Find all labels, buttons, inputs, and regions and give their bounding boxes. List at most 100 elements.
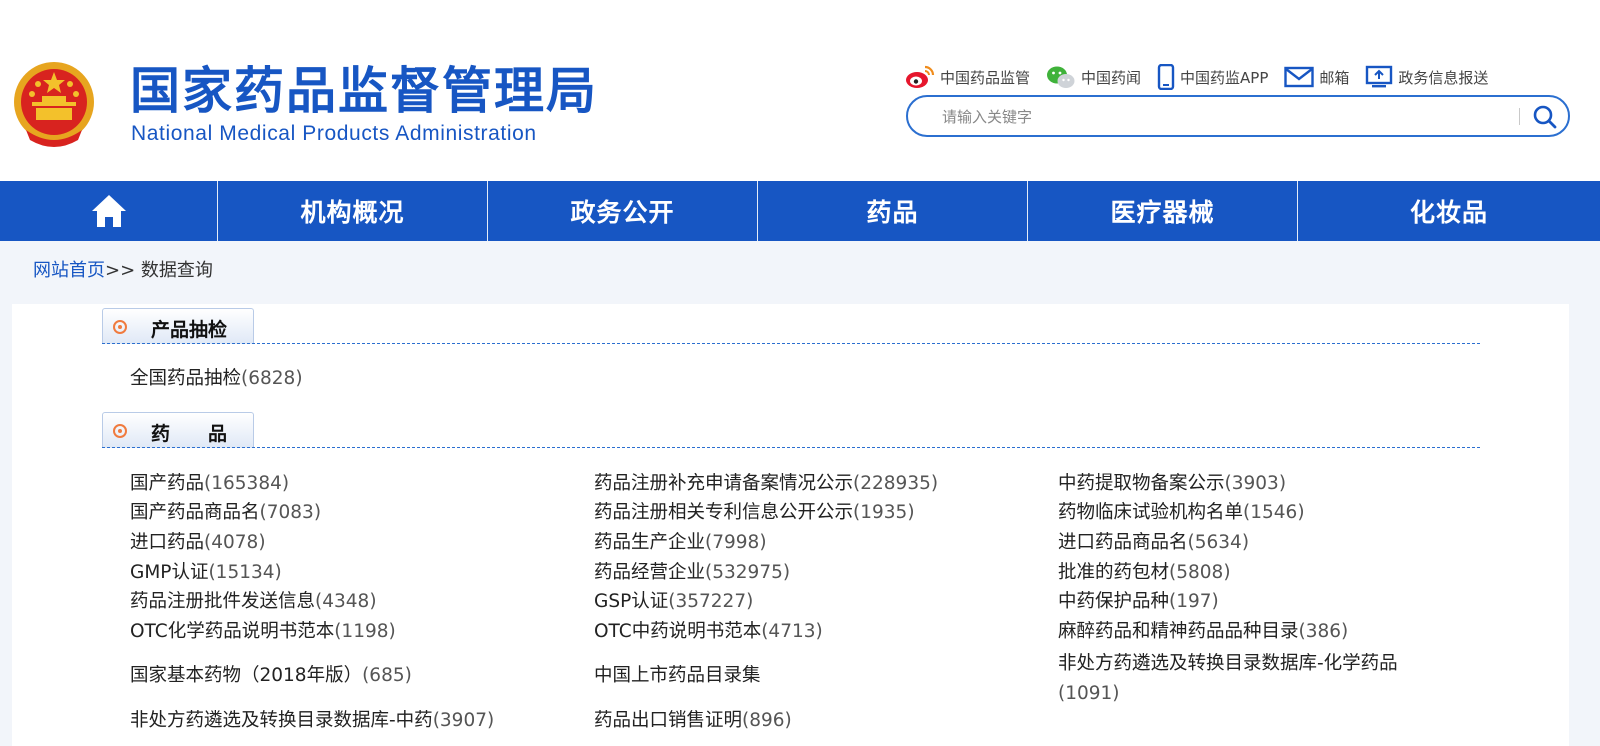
data-link[interactable]: 进口药品(4078) <box>130 531 266 555</box>
toplink-report[interactable]: 政务信息报送 <box>1365 65 1488 89</box>
main-nav: 机构概况 政务公开 药品 医疗器械 化妆品 <box>0 181 1600 241</box>
link-count: (4078) <box>204 532 266 553</box>
data-link[interactable]: 非处方药遴选及转换目录数据库-化学药品 (1091) <box>1058 649 1448 709</box>
top-links: 中国药品监管 中国药闻 中国药监APP 邮箱 政务信息报送 <box>905 64 1504 90</box>
search-input[interactable] <box>942 103 1502 130</box>
bullet-target-icon <box>113 424 127 438</box>
data-link[interactable]: OTC中药说明书范本(4713) <box>594 620 823 644</box>
link-name: 进口药品 <box>130 532 205 553</box>
data-link[interactable]: 批准的药包材(5808) <box>1058 561 1231 585</box>
link-count: (6828) <box>241 368 303 389</box>
data-link[interactable]: 中国上市药品目录集 <box>594 664 761 688</box>
data-link[interactable]: 药品注册相关专利信息公开公示(1935) <box>594 501 915 525</box>
data-link[interactable]: 麻醉药品和精神药品品种目录(386) <box>1058 620 1348 644</box>
link-name: OTC中药说明书范本 <box>594 621 762 642</box>
bullet-target-icon <box>113 320 127 334</box>
link-count: (4348) <box>315 591 377 612</box>
link-name: 药品注册批件发送信息 <box>130 591 316 612</box>
link-count: (165384) <box>204 473 290 494</box>
breadcrumb-separator: >> <box>105 260 136 281</box>
section-tab: 产品抽检 <box>102 308 254 344</box>
data-link[interactable]: GMP认证(15134) <box>130 561 282 585</box>
link-name: 中国上市药品目录集 <box>594 665 761 686</box>
data-link[interactable]: 药品注册补充申请备案情况公示(228935) <box>594 472 938 496</box>
national-emblem-icon <box>14 62 94 147</box>
link-name: 全国药品抽检 <box>130 368 242 389</box>
link-count: (386) <box>1298 621 1349 642</box>
link-count: (357227) <box>668 591 754 612</box>
link-count: (896) <box>742 710 792 731</box>
section-header-drugs: 药 品 <box>102 412 1480 448</box>
toplink-label: 中国药品监管 <box>940 68 1031 87</box>
mobile-phone-icon <box>1157 64 1175 90</box>
nav-item-government-affairs[interactable]: 政务公开 <box>488 181 758 241</box>
link-name: 药品注册相关专利信息公开公示 <box>594 502 854 523</box>
toplink-app[interactable]: 中国药监APP <box>1157 64 1268 90</box>
link-name: OTC化学药品说明书范本 <box>130 621 335 642</box>
link-count: (1546) <box>1243 502 1305 523</box>
section-divider <box>102 447 1480 448</box>
breadcrumb-current: 数据查询 <box>140 260 213 281</box>
nav-item-organization[interactable]: 机构概况 <box>218 181 488 241</box>
data-link[interactable]: 药物临床试验机构名单(1546) <box>1058 501 1305 525</box>
link-count: (3903) <box>1224 473 1287 494</box>
monitor-upload-icon <box>1366 65 1393 88</box>
link-name: GSP认证 <box>594 591 669 612</box>
search-icon[interactable] <box>1530 102 1560 132</box>
section-title: 产品抽检 <box>151 319 228 341</box>
data-link[interactable]: OTC化学药品说明书范本(1198) <box>130 620 396 644</box>
data-link[interactable]: GSP认证(357227) <box>594 590 753 614</box>
section-divider <box>102 343 1480 344</box>
site-title: 国家药品监督管理局 <box>130 62 598 120</box>
nav-item-cosmetics[interactable]: 化妆品 <box>1298 181 1600 241</box>
data-link[interactable]: 国产药品商品名(7083) <box>130 501 321 525</box>
nav-item-drugs[interactable]: 药品 <box>758 181 1028 241</box>
link-name: 非处方药遴选及转换目录数据库-化学药品 <box>1058 653 1398 674</box>
link-name: GMP认证 <box>130 562 209 583</box>
link-count: (7998) <box>705 532 767 553</box>
weibo-icon <box>906 65 935 88</box>
data-link-national-drug-sampling[interactable]: 全国药品抽检(6828) <box>130 367 303 391</box>
nav-home[interactable] <box>0 181 218 241</box>
toplink-label: 中国药闻 <box>1081 68 1142 87</box>
data-link[interactable]: 中药保护品种(197) <box>1058 590 1219 614</box>
link-name: 国产药品商品名 <box>130 502 260 523</box>
toplink-label: 中国药监APP <box>1180 68 1269 87</box>
link-count: (1935) <box>853 502 915 523</box>
link-name: 中药提取物备案公示 <box>1058 473 1225 494</box>
data-link[interactable]: 国家基本药物（2018年版）(685) <box>130 664 412 688</box>
data-link[interactable]: 药品注册批件发送信息(4348) <box>130 590 377 614</box>
data-link[interactable]: 进口药品商品名(5634) <box>1058 531 1249 555</box>
section-tab: 药 品 <box>102 412 254 448</box>
link-count: (5634) <box>1187 532 1250 553</box>
link-count: (1198) <box>334 621 396 642</box>
link-count: (685) <box>362 665 412 686</box>
wechat-icon <box>1047 66 1075 88</box>
data-link[interactable]: 药品生产企业(7998) <box>594 531 767 555</box>
link-count: (15134) <box>208 562 282 583</box>
site-subtitle: National Medical Products Administration <box>131 122 537 145</box>
data-link[interactable]: 药品经营企业(532975) <box>594 561 790 585</box>
site-header: 国家药品监督管理局 National Medical Products Admi… <box>0 0 1600 181</box>
data-link[interactable]: 非处方药遴选及转换目录数据库-中药(3907) <box>130 709 494 733</box>
link-count: (1091) <box>1058 683 1120 704</box>
section-title: 药 品 <box>151 423 228 445</box>
toplink-weibo[interactable]: 中国药品监管 <box>905 64 1030 90</box>
toplink-wechat[interactable]: 中国药闻 <box>1046 64 1141 90</box>
link-name: 药品注册补充申请备案情况公示 <box>594 473 854 494</box>
link-count: (7083) <box>259 502 322 523</box>
breadcrumb-home-link[interactable]: 网站首页 <box>33 260 105 281</box>
link-count: (197) <box>1169 591 1219 612</box>
nav-item-medical-devices[interactable]: 医疗器械 <box>1028 181 1298 241</box>
data-link[interactable]: 中药提取物备案公示(3903) <box>1058 472 1286 496</box>
toplink-label: 邮箱 <box>1319 68 1350 87</box>
search-box <box>906 95 1570 137</box>
mail-icon <box>1284 66 1315 88</box>
toplink-mail[interactable]: 邮箱 <box>1284 65 1349 89</box>
data-link[interactable]: 药品出口销售证明(896) <box>594 709 792 733</box>
link-name: 药品出口销售证明 <box>594 710 743 731</box>
link-name: 批准的药包材 <box>1058 562 1170 583</box>
data-link[interactable]: 国产药品(165384) <box>130 472 289 496</box>
breadcrumb: 网站首页>> 数据查询 <box>33 256 213 282</box>
link-name: 麻醉药品和精神药品品种目录 <box>1058 621 1299 642</box>
